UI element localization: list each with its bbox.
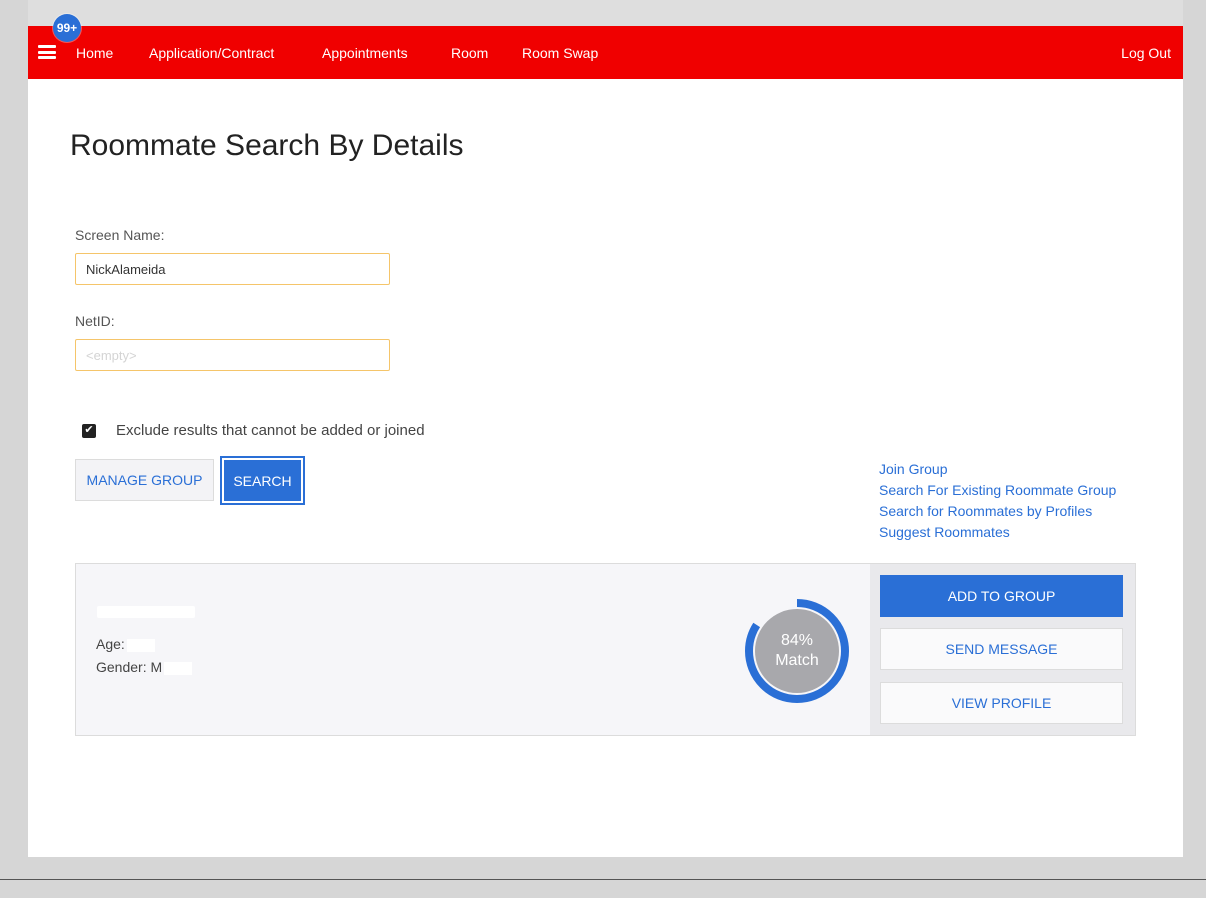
nav-application-contract[interactable]: Application/Contract bbox=[149, 45, 274, 61]
nav-room-swap[interactable]: Room Swap bbox=[522, 45, 598, 61]
page: 99+ Home Application/Contract Appointmen… bbox=[28, 0, 1183, 857]
match-percent: 84% bbox=[780, 632, 814, 649]
search-button[interactable]: SEARCH bbox=[220, 456, 305, 505]
netid-label: NetID: bbox=[75, 313, 115, 329]
gender-redacted bbox=[164, 661, 193, 675]
add-to-group-button[interactable]: ADD TO GROUP bbox=[880, 575, 1123, 617]
side-links: Join Group Search For Existing Roommate … bbox=[879, 459, 1116, 543]
logout-link[interactable]: Log Out bbox=[1121, 45, 1171, 61]
search-existing-group-link[interactable]: Search For Existing Roommate Group bbox=[879, 480, 1116, 501]
result-gender: Gender: M bbox=[96, 659, 193, 675]
navbar: 99+ Home Application/Contract Appointmen… bbox=[28, 14, 1183, 79]
manage-group-button[interactable]: MANAGE GROUP bbox=[75, 459, 214, 501]
nav-appointments[interactable]: Appointments bbox=[322, 45, 408, 61]
notification-badge[interactable]: 99+ bbox=[53, 14, 81, 42]
gender-initial: M bbox=[150, 659, 163, 675]
match-label: 84% Match bbox=[743, 597, 851, 705]
nav-room[interactable]: Room bbox=[451, 45, 488, 61]
result-age: Age: bbox=[96, 636, 155, 652]
search-by-profiles-link[interactable]: Search for Roommates by Profiles bbox=[879, 501, 1116, 522]
view-profile-button[interactable]: VIEW PROFILE bbox=[880, 682, 1123, 724]
bottom-divider bbox=[0, 879, 1206, 880]
top-strip bbox=[28, 0, 1183, 26]
page-title: Roommate Search By Details bbox=[70, 129, 464, 162]
result-actions: ADD TO GROUP SEND MESSAGE VIEW PROFILE bbox=[870, 564, 1135, 735]
result-card: Age: Gender: M 84% Match ADD TO GROUP SE… bbox=[75, 563, 1136, 736]
screen-name-input[interactable] bbox=[75, 253, 390, 285]
send-message-button[interactable]: SEND MESSAGE bbox=[880, 628, 1123, 670]
match-word: Match bbox=[775, 652, 819, 669]
exclude-label: Exclude results that cannot be added or … bbox=[116, 422, 425, 439]
age-label: Age: bbox=[96, 636, 125, 652]
search-button-label: SEARCH bbox=[224, 460, 301, 501]
nav-home[interactable]: Home bbox=[76, 45, 113, 61]
screen-name-label: Screen Name: bbox=[75, 227, 165, 243]
exclude-checkbox-row[interactable]: ✔ Exclude results that cannot be added o… bbox=[82, 422, 425, 439]
netid-input[interactable] bbox=[75, 339, 390, 371]
age-redacted bbox=[126, 638, 155, 652]
gender-label: Gender: bbox=[96, 659, 147, 675]
match-gauge: 84% Match bbox=[743, 597, 851, 705]
result-name-redacted bbox=[97, 606, 195, 618]
checkbox-checked-icon[interactable]: ✔ bbox=[82, 423, 96, 438]
suggest-roommates-link[interactable]: Suggest Roommates bbox=[879, 522, 1116, 543]
join-group-link[interactable]: Join Group bbox=[879, 459, 1116, 480]
menu-icon[interactable] bbox=[38, 45, 56, 59]
